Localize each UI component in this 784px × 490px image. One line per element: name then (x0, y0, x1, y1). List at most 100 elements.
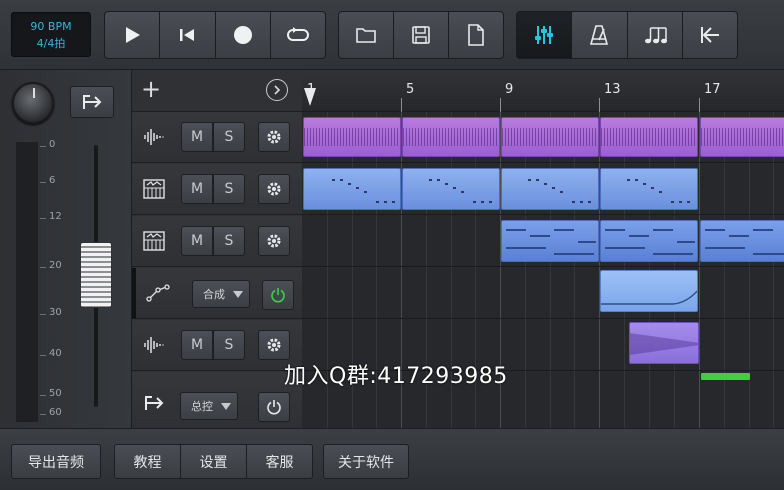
mixer-icon (533, 24, 555, 46)
master-output-select[interactable]: 总控 (180, 392, 238, 420)
midi-note (506, 229, 526, 231)
automation-clip[interactable] (600, 270, 698, 312)
track-header-midi-1[interactable]: M S (132, 164, 302, 215)
midi-note (384, 201, 387, 203)
keyboard-icon (142, 178, 166, 200)
loop-icon (285, 26, 311, 44)
support-button[interactable]: 客服 (247, 445, 312, 478)
plus-icon: + (140, 75, 162, 103)
midi-clip[interactable] (600, 168, 698, 210)
expand-button[interactable] (266, 79, 288, 101)
solo-button[interactable]: S (213, 226, 245, 256)
midi-clip[interactable] (303, 168, 401, 210)
export-audio-button[interactable]: 导出音频 (11, 444, 101, 479)
master-clip[interactable] (701, 373, 750, 380)
rewind-button[interactable] (160, 12, 215, 58)
track-headers: + M S M S M S 合成 M S 总控 (132, 70, 302, 428)
track-settings-button[interactable] (258, 330, 290, 360)
track-header-audio-1[interactable]: M S (132, 112, 302, 163)
midi-note (506, 247, 546, 249)
track-settings-button[interactable] (258, 174, 290, 204)
scale-label: 40 (49, 348, 62, 359)
bottom-toolbar: 导出音频 教程 设置 客服 关于软件 (0, 428, 784, 490)
midi-note (348, 183, 351, 185)
chevron-down-icon (233, 291, 243, 298)
midi-clip[interactable] (600, 220, 698, 262)
output-route-button[interactable] (70, 86, 114, 118)
tempo-display[interactable]: 90 BPM 4/4拍 (11, 12, 91, 57)
midi-clip[interactable] (700, 220, 784, 262)
ruler-tick (401, 98, 402, 112)
automation-enable-button[interactable] (262, 280, 294, 310)
bar-number: 5 (406, 82, 415, 97)
about-button[interactable]: 关于软件 (323, 444, 409, 479)
mute-button[interactable]: M (181, 226, 213, 256)
midi-note (687, 201, 690, 203)
new-file-button[interactable] (449, 12, 503, 58)
add-track-button[interactable]: + (140, 77, 162, 101)
transport-controls (104, 11, 326, 59)
new-file-icon (467, 24, 485, 46)
open-button[interactable] (339, 12, 393, 58)
midi-clip[interactable] (402, 168, 500, 210)
solo-button[interactable]: S (213, 122, 245, 152)
midi-clip[interactable] (501, 220, 599, 262)
record-button[interactable] (215, 12, 270, 58)
notes-button[interactable] (627, 12, 682, 58)
master-output-label: 总控 (191, 400, 213, 413)
midi-note (429, 179, 432, 181)
mute-button[interactable]: M (181, 122, 213, 152)
solo-button[interactable]: S (213, 174, 245, 204)
audio-clip[interactable] (600, 117, 698, 157)
audio-clip[interactable] (629, 322, 699, 364)
time-signature: 4/4拍 (36, 37, 66, 50)
audio-clip[interactable] (402, 117, 500, 157)
pan-knob[interactable] (12, 82, 54, 124)
track-settings-button[interactable] (258, 122, 290, 152)
midi-note (753, 229, 773, 231)
midi-note (572, 201, 575, 203)
midi-note (356, 187, 359, 189)
mute-button[interactable]: M (181, 174, 213, 204)
track-settings-button[interactable] (258, 226, 290, 256)
audio-clip[interactable] (700, 117, 784, 157)
back-button[interactable] (682, 12, 737, 58)
bar-ruler[interactable]: 1 5 9 13 17 (302, 70, 784, 112)
save-button[interactable] (394, 12, 448, 58)
midi-note (653, 253, 693, 255)
track-header-audio-2[interactable]: M S (132, 320, 302, 371)
tutorial-button[interactable]: 教程 (115, 445, 180, 478)
volume-fader-handle[interactable] (80, 242, 112, 308)
midi-note (552, 187, 555, 189)
scale-tick (40, 146, 46, 147)
track-header-midi-2[interactable]: M S (132, 216, 302, 267)
midi-note (536, 179, 539, 181)
scale-label: 30 (49, 307, 62, 318)
audio-clip[interactable] (501, 117, 599, 157)
play-button[interactable] (105, 12, 160, 58)
bar-number: 13 (604, 82, 621, 97)
midi-note (677, 241, 695, 243)
automation-target-select[interactable]: 合成 (192, 280, 250, 308)
audio-clip[interactable] (303, 117, 401, 157)
track-header-top: + (132, 70, 302, 112)
midi-note (578, 241, 596, 243)
scale-label: 60 (49, 407, 62, 418)
scale-tick (40, 355, 46, 356)
master-power-button[interactable] (258, 392, 290, 422)
mute-button[interactable]: M (181, 330, 213, 360)
metronome-button[interactable] (572, 12, 627, 58)
midi-note (489, 201, 492, 203)
midi-note (560, 191, 563, 193)
mixer-button[interactable] (517, 12, 572, 58)
solo-button[interactable]: S (213, 330, 245, 360)
track-header-automation[interactable]: 合成 (132, 268, 302, 319)
midi-clip[interactable] (501, 168, 599, 210)
playhead-marker[interactable] (304, 88, 316, 106)
settings-button[interactable]: 设置 (181, 445, 246, 478)
midi-note (671, 201, 674, 203)
gear-icon (265, 180, 283, 198)
scale-label: 12 (49, 211, 62, 222)
loop-button[interactable] (270, 12, 325, 58)
bar-number: 9 (505, 82, 514, 97)
